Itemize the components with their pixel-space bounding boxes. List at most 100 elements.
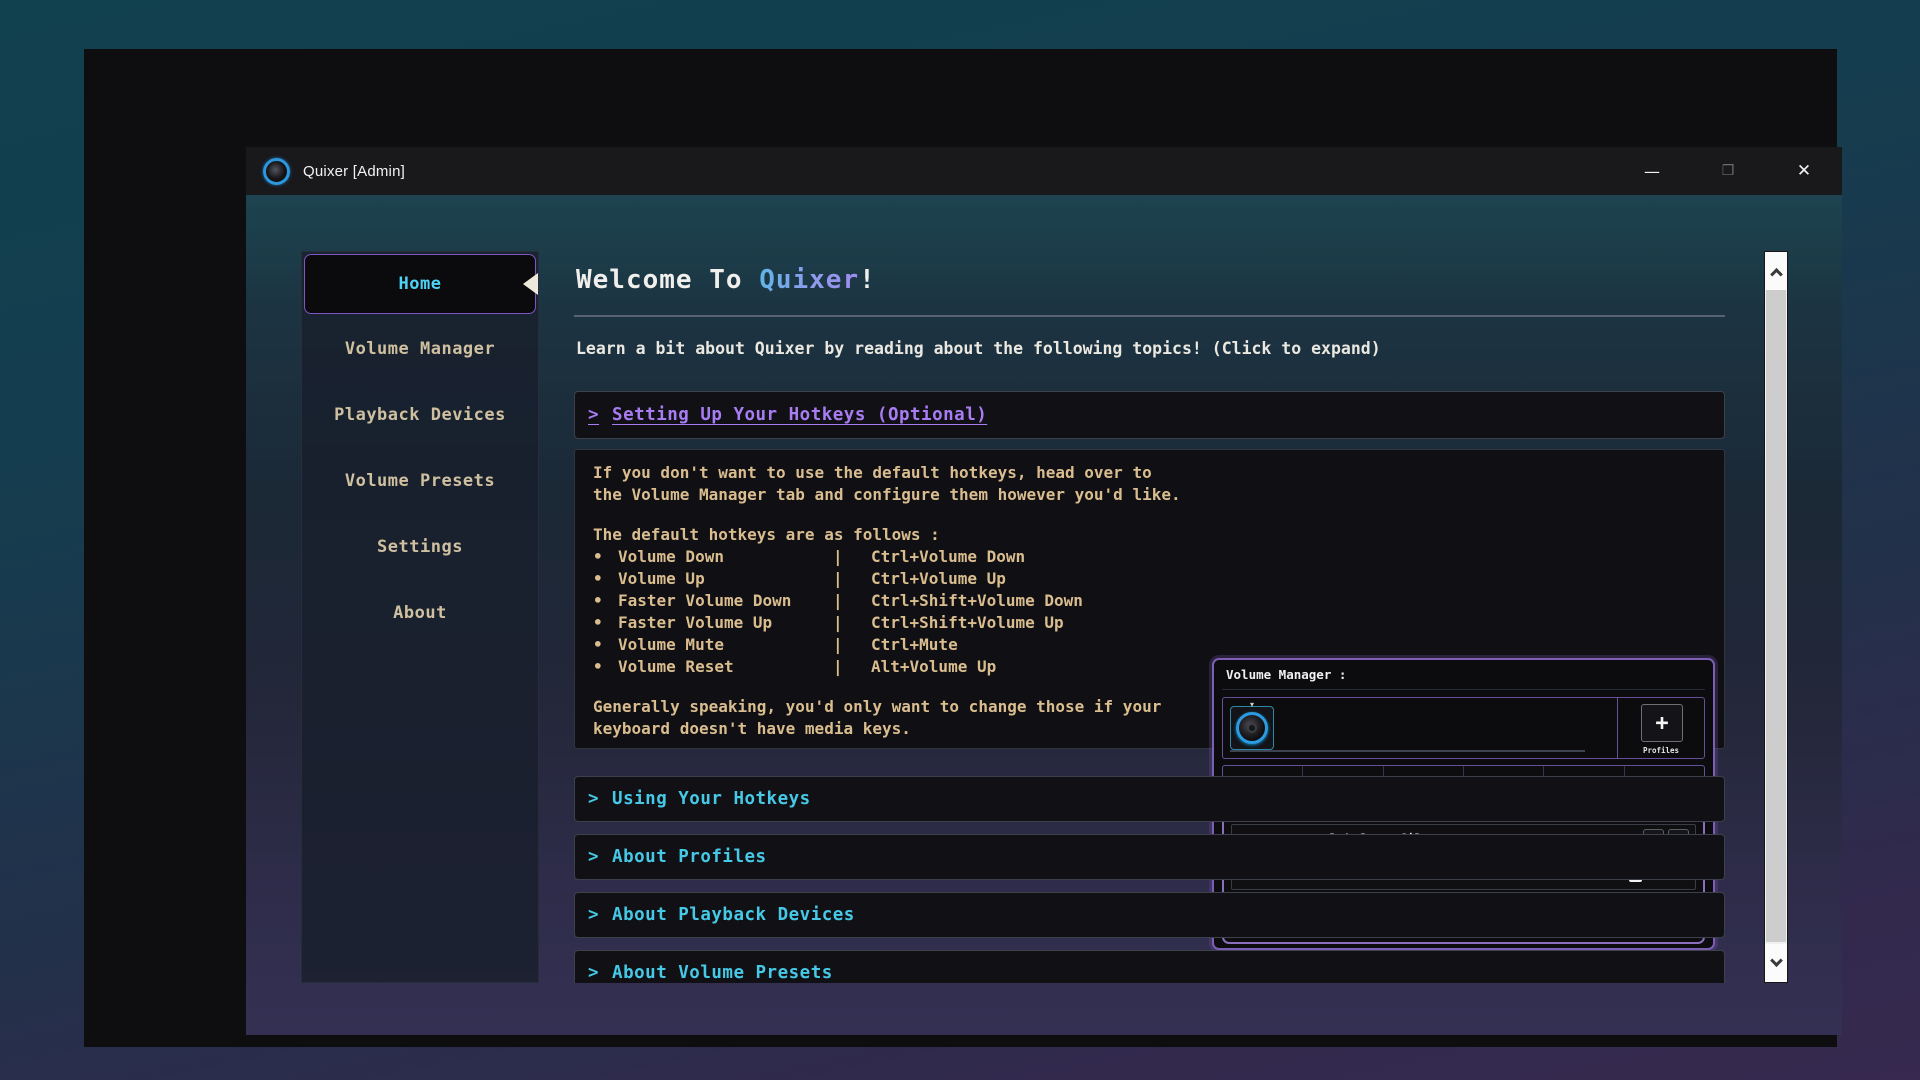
add-profile-button: +	[1641, 704, 1683, 742]
section-using-your-hotkeys-label: Using Your Hotkeys	[612, 789, 811, 809]
chevron-right-icon: >	[588, 789, 599, 809]
hotkey-row: •Volume Up|Ctrl+Volume Up	[593, 568, 1218, 590]
heading-divider	[574, 315, 1725, 317]
hotkey-combo: Ctrl+Mute	[871, 634, 958, 656]
hotkey-combo: Ctrl+Volume Up	[871, 568, 1006, 590]
section-about-playback-devices[interactable]: >About Playback Devices	[574, 892, 1725, 938]
scroll-down-button[interactable]	[1765, 944, 1787, 982]
hotkey-action: Faster Volume Down	[618, 590, 833, 612]
sidebar-item-home-label: Home	[399, 274, 442, 294]
section-about-profiles-label: About Profiles	[612, 847, 767, 867]
hotkey-combo: Ctrl+Shift+Volume Down	[871, 590, 1083, 612]
hotkey-row: •Volume Down|Ctrl+Volume Down	[593, 546, 1218, 568]
section-about-profiles-link: > About Profiles	[588, 847, 767, 867]
minimize-button[interactable]: —	[1614, 147, 1690, 195]
vm-profile-tile: ▾	[1230, 706, 1274, 750]
scrollbar[interactable]	[1764, 251, 1788, 983]
sidebar-item-settings-label: Settings	[377, 537, 463, 557]
hotkey-combo: Alt+Volume Up	[871, 656, 996, 678]
page-title: Welcome To Quixer!	[576, 265, 876, 295]
sidebar-item-volume-presets-label: Volume Presets	[345, 471, 495, 491]
page-title-brand: Quixer	[759, 265, 859, 295]
hotkey-action: Volume Up	[618, 568, 833, 590]
window-title: Quixer [Admin]	[303, 163, 405, 180]
article-outro: Generally speaking, you'd only want to c…	[593, 696, 1218, 740]
vm-profiles-bar: ▾ + Profiles	[1222, 697, 1705, 759]
sidebar-item-about-label: About	[393, 603, 447, 623]
hotkey-separator: |	[833, 612, 871, 634]
sidebar-item-settings[interactable]: Settings	[302, 514, 538, 580]
hotkeys-article-text: If you don't want to use the default hot…	[593, 462, 1218, 740]
sidebar-item-home[interactable]: Home	[304, 254, 536, 314]
vm-title-divider	[1222, 689, 1705, 690]
chevron-right-icon: >	[588, 847, 599, 867]
window-frame: Quixer [Admin] — ❒ ✕ Home Volume Manager…	[84, 49, 1837, 1047]
chevron-right-icon: >	[588, 963, 599, 983]
hotkey-separator: |	[833, 546, 871, 568]
hotkeys-article: If you don't want to use the default hot…	[574, 449, 1725, 749]
active-nav-arrow-icon	[523, 273, 538, 295]
close-button[interactable]: ✕	[1766, 147, 1842, 195]
sidebar: Home Volume Manager Playback Devices Vol…	[301, 251, 539, 983]
bullet-icon: •	[593, 568, 618, 590]
hotkey-row: •Volume Reset|Alt+Volume Up	[593, 656, 1218, 678]
scroll-up-icon	[1770, 267, 1783, 280]
hotkey-separator: |	[833, 590, 871, 612]
sidebar-item-playback-devices[interactable]: Playback Devices	[302, 382, 538, 448]
vm-profile-underline	[1230, 750, 1585, 752]
main-content: Welcome To Quixer! Learn a bit about Qui…	[574, 251, 1725, 983]
scroll-up-button[interactable]	[1765, 252, 1787, 290]
sidebar-item-about[interactable]: About	[302, 580, 538, 646]
hotkey-row: •Volume Mute|Ctrl+Mute	[593, 634, 1218, 656]
page-subtitle: Learn a bit about Quixer by reading abou…	[576, 339, 1381, 358]
page-title-suffix: !	[859, 265, 876, 295]
section-about-volume-presets-link: > About Volume Presets	[588, 963, 833, 983]
section-about-playback-devices-link: >About Playback Devices	[588, 905, 855, 925]
sidebar-item-playback-devices-label: Playback Devices	[334, 405, 506, 425]
app-logo-icon	[263, 158, 290, 185]
article-intro: If you don't want to use the default hot…	[593, 462, 1218, 506]
section-setting-up-hotkeys-label: Setting Up Your Hotkeys (Optional)	[612, 405, 987, 425]
app-window: Quixer [Admin] — ❒ ✕ Home Volume Manager…	[246, 147, 1842, 1035]
bullet-icon: •	[593, 656, 618, 678]
section-setting-up-hotkeys-link: > Setting Up Your Hotkeys (Optional)	[588, 405, 987, 425]
hotkey-action: Volume Mute	[618, 634, 833, 656]
scrollbar-thumb[interactable]	[1766, 290, 1786, 942]
section-using-your-hotkeys-link: > Using Your Hotkeys	[588, 789, 811, 809]
scroll-down-icon	[1770, 954, 1783, 967]
hotkey-action: Volume Down	[618, 546, 833, 568]
vm-screenshot-title: Volume Manager :	[1226, 667, 1346, 682]
hotkey-row: •Faster Volume Down|Ctrl+Shift+Volume Do…	[593, 590, 1218, 612]
sidebar-item-volume-manager[interactable]: Volume Manager	[302, 316, 538, 382]
hotkey-separator: |	[833, 634, 871, 656]
window-controls: — ❒ ✕	[1614, 147, 1842, 195]
section-about-volume-presets[interactable]: > About Volume Presets	[574, 950, 1725, 983]
chevron-right-icon: >	[588, 905, 599, 925]
hotkey-row: •Faster Volume Up|Ctrl+Shift+Volume Up	[593, 612, 1218, 634]
hotkey-separator: |	[833, 656, 871, 678]
hotkey-action: Faster Volume Up	[618, 612, 833, 634]
sidebar-item-volume-presets[interactable]: Volume Presets	[302, 448, 538, 514]
section-using-your-hotkeys[interactable]: > Using Your Hotkeys	[574, 776, 1725, 822]
hotkey-combo: Ctrl+Volume Down	[871, 546, 1025, 568]
titlebar: Quixer [Admin] — ❒ ✕	[246, 147, 1842, 195]
hotkey-separator: |	[833, 568, 871, 590]
bullet-icon: •	[593, 590, 618, 612]
caret-down-icon: ▾	[1250, 700, 1254, 709]
section-setting-up-hotkeys[interactable]: > Setting Up Your Hotkeys (Optional)	[574, 391, 1725, 439]
bullet-icon: •	[593, 612, 618, 634]
sidebar-item-volume-manager-label: Volume Manager	[345, 339, 495, 359]
chevron-right-icon: >	[588, 405, 599, 425]
page-title-prefix: Welcome To	[576, 265, 759, 295]
section-about-volume-presets-label: About Volume Presets	[612, 963, 833, 983]
bullet-icon: •	[593, 546, 618, 568]
hotkey-action: Volume Reset	[618, 656, 833, 678]
bullet-icon: •	[593, 634, 618, 656]
profile-speaker-icon	[1236, 712, 1268, 744]
profiles-caption: Profiles	[1632, 746, 1690, 755]
vm-profiles-divider	[1617, 698, 1618, 758]
maximize-button[interactable]: ❒	[1690, 147, 1766, 195]
hotkey-combo: Ctrl+Shift+Volume Up	[871, 612, 1064, 634]
article-list-title: The default hotkeys are as follows :	[593, 524, 1218, 546]
section-about-profiles[interactable]: > About Profiles	[574, 834, 1725, 880]
